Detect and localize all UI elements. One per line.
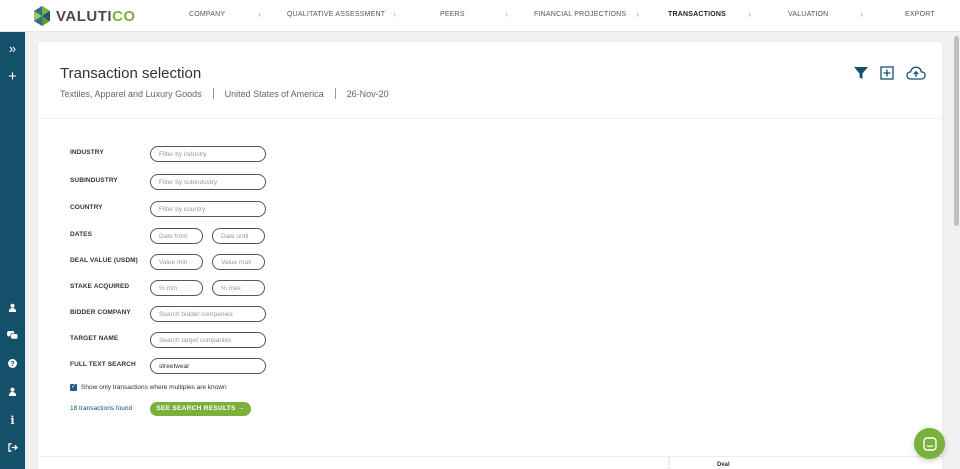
nav-step-financial-projections[interactable]: FINANCIAL PROJECTIONS [534,11,626,18]
bidder-company-label: BIDDER COMPANY [70,309,131,316]
subtitle-date: 26-Nov-20 [346,88,389,99]
cloud-upload-icon[interactable] [906,66,926,85]
deal-value-min-input[interactable] [150,254,203,270]
dates-label: DATES [70,231,93,238]
nav-step-transactions[interactable]: TRANSACTIONS [668,11,726,18]
nav-step-company[interactable]: COMPANY [189,11,225,18]
svg-text:?: ? [10,359,14,368]
industry-input[interactable] [150,146,266,162]
column-resize-handle[interactable]: :: [668,456,670,469]
nav-chevron-icon: › [393,9,396,19]
chat-icon[interactable] [0,331,25,343]
plus-icon[interactable]: + [0,69,25,84]
nav-step-peers[interactable]: PEERS [440,11,465,18]
expand-icon[interactable]: » [0,42,25,55]
full-text-search-input[interactable] [150,358,266,374]
subindustry-input[interactable] [150,174,266,190]
multiples-known-checkbox[interactable]: ✓ [70,384,77,391]
scrollbar-thumb[interactable] [954,36,959,226]
results-table-divider [38,456,942,457]
subindustry-label: SUBINDUSTRY [70,177,118,184]
country-input[interactable] [150,201,266,217]
info-icon[interactable]: i [0,415,25,427]
deal-value-label: DEAL VALUE (USDM) [70,257,138,264]
nav-step-valuation[interactable]: VALUATION [788,11,828,18]
multiples-known-label[interactable]: Show only transactions where multiples a… [81,384,227,391]
nav-chevron-icon: › [636,9,639,19]
user-icon[interactable] [0,303,25,315]
logo-text-accent: CO [112,7,136,25]
transaction-selection-card: Transaction selection Textiles, Apparel … [38,42,942,469]
nav-step-qualitative-assessment[interactable]: QUALITATIVE ASSESSMENT [287,11,385,18]
card-actions [854,66,926,85]
industry-label: INDUSTRY [70,149,104,156]
full-text-search-label: FULL TEXT SEARCH [70,361,136,368]
date-until-input[interactable] [212,228,265,244]
stake-acquired-label: STAKE ACQUIRED [70,283,130,290]
country-label: COUNTRY [70,204,103,211]
valutico-logo[interactable]: VALUTICO [32,4,136,28]
subtitle-divider [334,88,336,99]
target-name-input[interactable] [150,332,266,348]
results-count: 18 transactions found [70,405,133,412]
subtitle-country: United States of America [224,88,324,99]
nav-step-export[interactable]: EXPORT [905,11,935,18]
filter-icon[interactable] [854,66,868,85]
help-icon[interactable]: ? [0,359,25,371]
page-title: Transaction selection [60,65,202,82]
nav-chevron-icon: › [258,9,261,19]
date-from-input[interactable] [150,228,203,244]
nav-chevron-icon: › [860,9,863,19]
chat-launcher-button[interactable] [914,428,945,459]
subtitle-industry: Textiles, Apparel and Luxury Goods [60,88,202,99]
chat-bubble-icon [922,436,937,451]
table-header-deal[interactable]: Deal [717,462,730,468]
page-scrollbar[interactable] [952,32,960,469]
see-search-results-button[interactable]: SEE SEARCH RESULTS → [150,402,251,416]
page-subtitle: Textiles, Apparel and Luxury Goods Unite… [60,88,389,99]
top-navigation: VALUTICO COMPANY › QUALITATIVE ASSESSMEN… [0,0,960,32]
logout-icon[interactable] [0,443,25,455]
stake-min-input[interactable] [150,280,203,296]
deal-value-max-input[interactable] [212,254,265,270]
left-sidebar: » + ? i [0,32,25,469]
header-divider [38,118,942,119]
logo-text-main: VALUTI [56,7,113,25]
stake-max-input[interactable] [212,280,265,296]
nav-chevron-icon: › [505,9,508,19]
target-name-label: TARGET NAME [70,335,119,342]
add-icon[interactable] [880,66,894,85]
subtitle-divider [212,88,214,99]
logo-mark-icon [34,6,50,26]
nav-chevron-icon: › [748,9,751,19]
account-icon[interactable] [0,387,25,399]
bidder-company-input[interactable] [150,306,266,322]
